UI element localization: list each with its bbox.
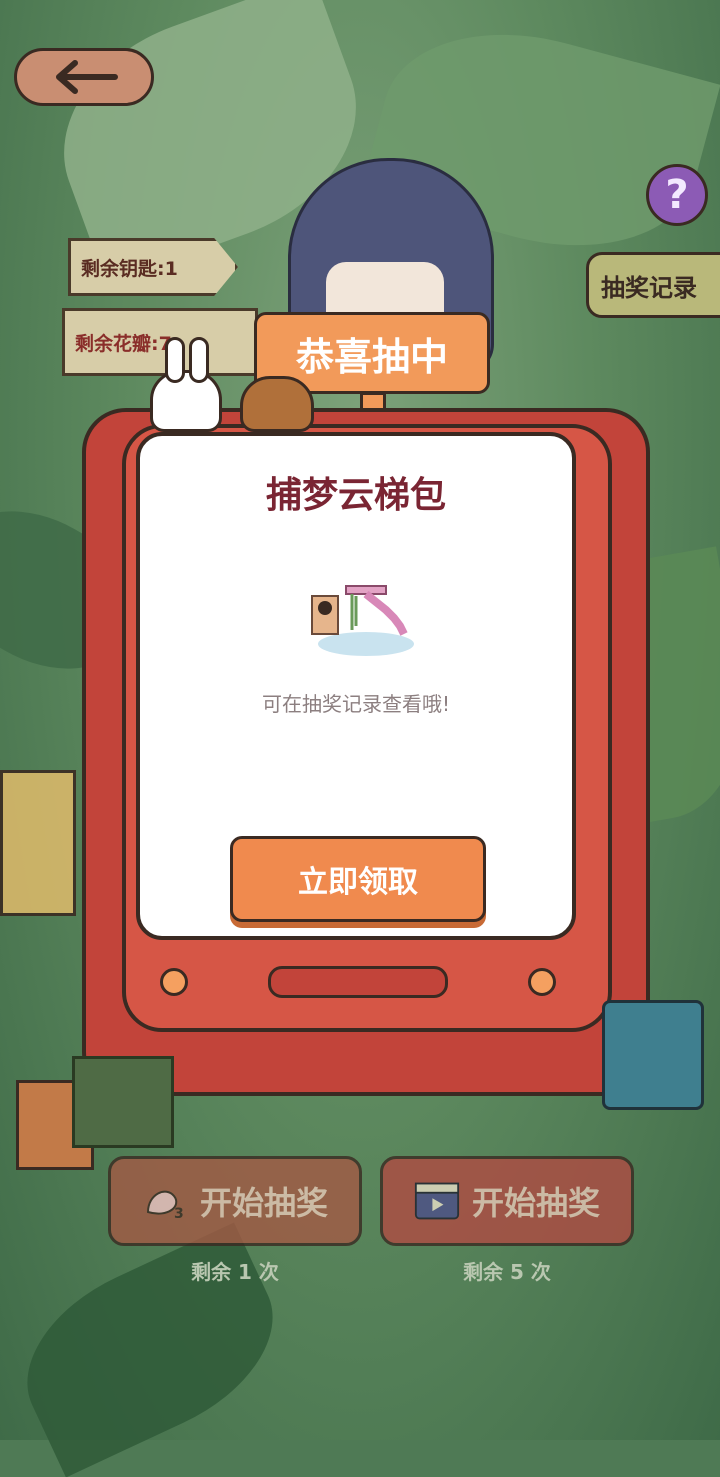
svg-text:3: 3 [174,1206,184,1220]
claim-now-button[interactable]: 立即领取 [230,836,486,922]
back-button[interactable] [14,48,154,106]
record-hint: 可在抽奖记录查看哦! [261,692,451,716]
lamp-prop [0,770,76,916]
bear-mascot [240,376,314,432]
petal-icon: 3 [142,1182,188,1220]
question-icon: ? [665,172,689,218]
bunny-ear [165,337,185,383]
cloud-ladder-bag-icon [311,585,414,656]
prize-name: 捕梦云梯包 [265,475,446,516]
machine-slot [268,966,448,998]
amplifier-prop [602,1000,704,1110]
petal-draw-remaining: 剩余 1 次 [191,1260,279,1284]
arrow-left-icon [56,60,118,94]
machine-bolt [528,968,556,996]
remaining-keys-sign: 剩余钥匙:1 [68,238,238,296]
machine-bolt [160,968,188,996]
start-draw-label: 开始抽奖 [471,1184,600,1222]
help-button[interactable]: ? [646,164,708,226]
lottery-record-button[interactable]: 抽奖记录 [586,252,720,318]
bunny-mascot [150,337,222,432]
start-draw-video-button[interactable]: 开始抽奖 [380,1156,634,1246]
video-draw-remaining: 剩余 5 次 [463,1260,551,1284]
start-draw-petal-button[interactable]: 3 开始抽奖 [108,1156,362,1246]
video-clapper-icon [414,1182,460,1220]
bunny-ear [189,337,209,383]
crate-prop [72,1056,174,1148]
start-draw-label: 开始抽奖 [199,1184,328,1222]
remaining-petals-sign: 剩余花瓣:7 [62,308,258,376]
